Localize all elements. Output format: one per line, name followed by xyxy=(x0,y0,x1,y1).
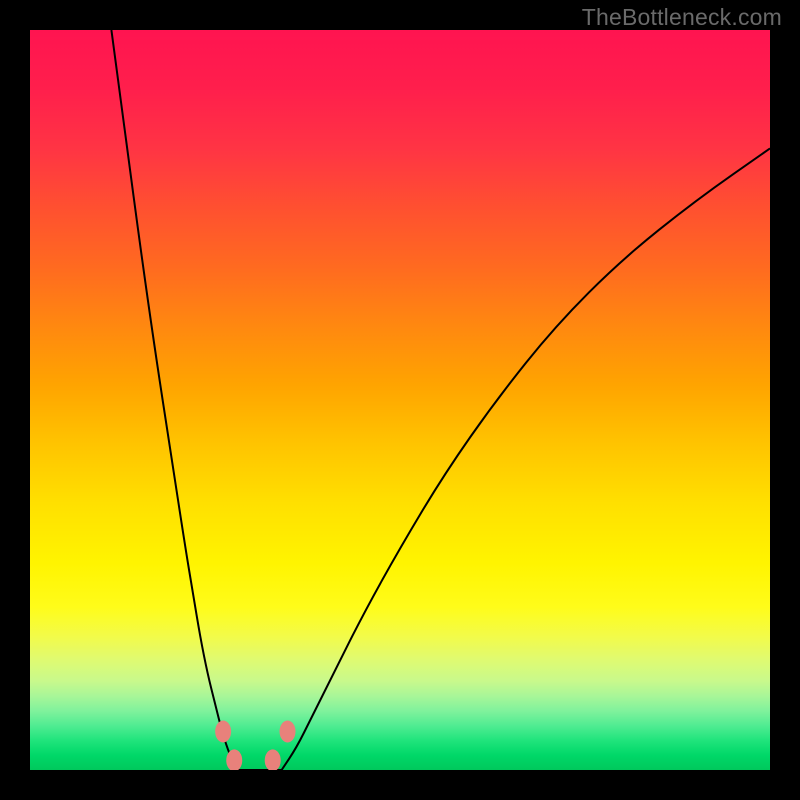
chart-frame: TheBottleneck.com xyxy=(0,0,800,800)
threshold-marker xyxy=(215,721,231,743)
curve-layer xyxy=(30,30,770,770)
plot-area xyxy=(30,30,770,770)
watermark-text: TheBottleneck.com xyxy=(582,4,782,31)
threshold-marker xyxy=(265,749,281,770)
curve-path xyxy=(111,30,770,770)
threshold-marker xyxy=(280,721,296,743)
bottleneck-curve xyxy=(111,30,770,770)
